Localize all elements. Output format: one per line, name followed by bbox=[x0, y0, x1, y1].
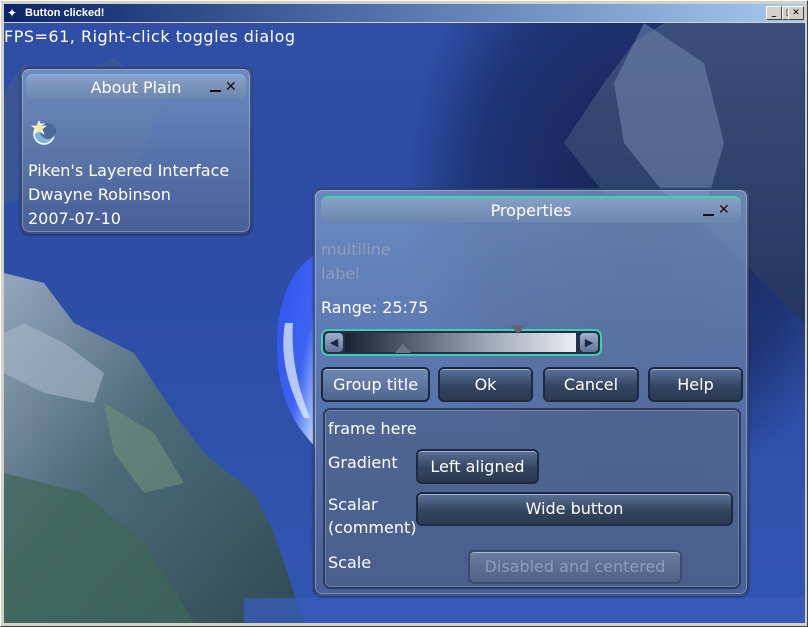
about-line-author: Dwayne Robinson bbox=[28, 185, 171, 204]
scalar-label: Scalar bbox=[328, 495, 378, 514]
left-aligned-button[interactable]: Left aligned bbox=[416, 449, 539, 484]
range-track[interactable] bbox=[345, 333, 576, 352]
properties-title: Properties bbox=[490, 201, 572, 220]
close-button[interactable]: ✕ bbox=[788, 6, 804, 20]
about-titlebar[interactable]: About Plain ✕ bbox=[26, 74, 246, 99]
range-high-thumb[interactable] bbox=[510, 325, 527, 334]
range-label: Range: 25:75 bbox=[321, 298, 429, 317]
group-title-tab[interactable]: Group title bbox=[321, 367, 430, 402]
minimize-icon[interactable] bbox=[703, 214, 714, 216]
about-line-date: 2007-07-10 bbox=[28, 209, 121, 228]
multiline-label-line1: multiline bbox=[321, 240, 391, 259]
fps-status: FPS=61, Right-click toggles dialog bbox=[4, 27, 296, 46]
properties-panel[interactable]: Properties ✕ multiline label Range: 25:7… bbox=[313, 188, 749, 596]
frame-caption: frame here bbox=[328, 419, 417, 438]
scroll-right-button[interactable]: ▶ bbox=[580, 333, 598, 352]
arrow-right-icon: ▶ bbox=[584, 336, 594, 349]
scene-viewport[interactable]: FPS=61, Right-click toggles dialog About… bbox=[4, 23, 805, 623]
about-title: About Plain bbox=[90, 78, 182, 97]
disabled-centered-button: Disabled and centered bbox=[468, 550, 682, 584]
application-window: ✦ Button clicked! _ □ ✕ bbox=[0, 0, 808, 627]
star-moon-icon bbox=[30, 120, 56, 145]
ok-button[interactable]: Ok bbox=[438, 367, 533, 402]
close-icon[interactable]: ✕ bbox=[225, 80, 237, 94]
properties-titlebar[interactable]: Properties ✕ bbox=[321, 196, 741, 223]
about-panel[interactable]: About Plain ✕ Piken's Layered Interface … bbox=[20, 67, 252, 234]
scroll-left-button[interactable]: ◀ bbox=[325, 333, 343, 352]
close-icon[interactable]: ✕ bbox=[718, 203, 730, 217]
scale-label: Scale bbox=[328, 553, 372, 572]
window-titlebar[interactable]: ✦ Button clicked! _ □ bbox=[4, 4, 804, 22]
cancel-button[interactable]: Cancel bbox=[543, 367, 639, 402]
wide-button[interactable]: Wide button bbox=[416, 492, 733, 526]
gradient-label: Gradient bbox=[328, 453, 398, 472]
help-button[interactable]: Help bbox=[648, 367, 743, 402]
range-low-thumb[interactable] bbox=[394, 344, 411, 353]
window-title: Button clicked! bbox=[25, 7, 105, 19]
about-line-product: Piken's Layered Interface bbox=[28, 161, 230, 180]
minimize-button[interactable]: _ bbox=[766, 6, 782, 20]
group-frame: frame here Gradient Left aligned Scalar … bbox=[323, 408, 741, 589]
arrow-left-icon: ◀ bbox=[329, 336, 339, 349]
multiline-label-line2: label bbox=[321, 264, 360, 283]
minimize-icon[interactable] bbox=[210, 90, 221, 92]
range-slider[interactable]: ◀ ▶ bbox=[321, 325, 602, 356]
scalar-comment-label: (comment) bbox=[328, 518, 417, 537]
app-icon: ✦ bbox=[7, 6, 18, 20]
